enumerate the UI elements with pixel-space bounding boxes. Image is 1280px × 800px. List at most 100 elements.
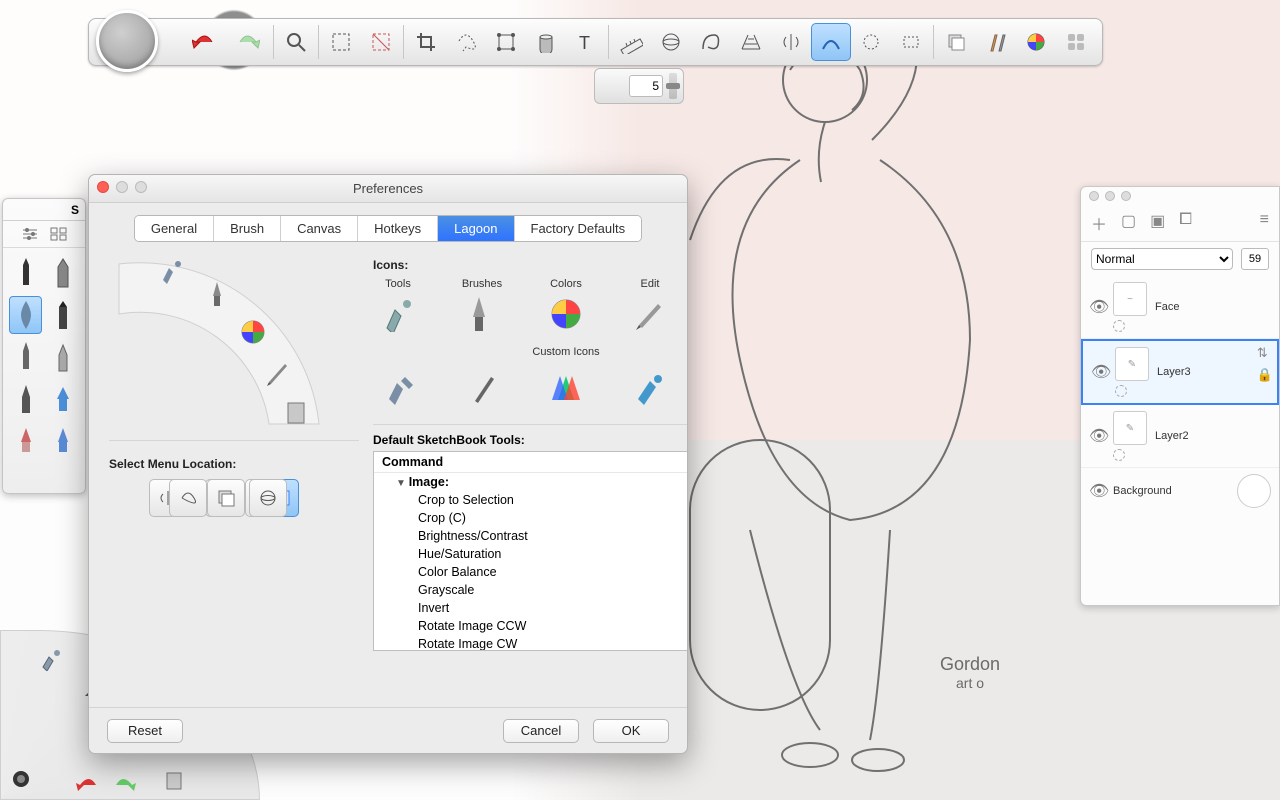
- brush-custom[interactable]: [46, 422, 79, 460]
- layers-menu-icon[interactable]: ≡: [1260, 211, 1269, 235]
- mask-icon[interactable]: ⧠: [1179, 211, 1192, 235]
- command-item[interactable]: Color Balance: [374, 563, 687, 581]
- curve-size-input[interactable]: [629, 75, 663, 97]
- arc-file-icon[interactable]: [285, 400, 315, 430]
- brushes-icon[interactable]: [976, 23, 1016, 61]
- add-layer-icon[interactable]: ＋: [1091, 211, 1107, 235]
- marquee-select-icon[interactable]: [321, 23, 361, 61]
- corner-puck-icon[interactable]: [7, 765, 35, 793]
- text-icon[interactable]: T: [566, 23, 606, 61]
- brush-ink[interactable]: [9, 380, 42, 418]
- layer-row-layer3[interactable]: 👁 ✎ Layer3 ⇅ 🔒: [1081, 339, 1279, 405]
- brush-pencil[interactable]: [9, 254, 42, 292]
- layer-row-face[interactable]: 👁 ~ Face: [1081, 276, 1279, 339]
- corner-undo-icon[interactable]: [75, 771, 103, 799]
- command-item[interactable]: Grayscale: [374, 581, 687, 599]
- move-layer-icon[interactable]: ⇅: [1257, 345, 1273, 361]
- command-item[interactable]: Rotate Image CCW: [374, 617, 687, 635]
- arc-edit-icon[interactable]: [265, 360, 295, 390]
- colors-big-icon[interactable]: [544, 292, 588, 336]
- undo-button[interactable]: [185, 23, 225, 61]
- curve-size-slider[interactable]: [669, 73, 677, 99]
- crop-icon[interactable]: [406, 23, 446, 61]
- circle-shape-icon[interactable]: [851, 23, 891, 61]
- transform-icon[interactable]: [486, 23, 526, 61]
- command-item[interactable]: Crop (C): [374, 509, 687, 527]
- arc-tools-icon[interactable]: [159, 258, 189, 288]
- tab-canvas[interactable]: Canvas: [281, 216, 358, 241]
- arc-colors-icon[interactable]: [239, 318, 269, 348]
- layers-min-icon[interactable]: [1105, 191, 1115, 201]
- color-wheel-icon[interactable]: [1016, 23, 1056, 61]
- layer-target-icon[interactable]: [1113, 320, 1125, 332]
- rect-shape-icon[interactable]: [891, 23, 931, 61]
- custom-icon-1[interactable]: [378, 366, 422, 410]
- tools-big-icon[interactable]: [376, 292, 420, 336]
- brush-erase[interactable]: [9, 422, 42, 460]
- redo-button[interactable]: [227, 23, 267, 61]
- french-curve-icon[interactable]: [691, 23, 731, 61]
- layer-opacity-input[interactable]: [1241, 248, 1269, 270]
- visibility-icon[interactable]: 👁: [1089, 426, 1105, 446]
- custom-icon-3[interactable]: [544, 366, 588, 410]
- arc-brushes-icon[interactable]: [207, 280, 237, 310]
- brush-marker[interactable]: [46, 296, 79, 334]
- corner-tools-icon[interactable]: [37, 645, 65, 673]
- brush-tab-grid-icon[interactable]: [50, 227, 68, 241]
- blend-mode-select[interactable]: Normal: [1091, 248, 1233, 270]
- loc-br[interactable]: [249, 479, 287, 517]
- command-group-image[interactable]: Image:: [374, 473, 687, 491]
- copic-icon[interactable]: [1056, 23, 1096, 61]
- command-item[interactable]: Rotate Image CW: [374, 635, 687, 651]
- lock-layer-icon[interactable]: 🔒: [1257, 367, 1273, 383]
- visibility-icon[interactable]: 👁: [1089, 297, 1105, 317]
- ellipse-guide-icon[interactable]: [651, 23, 691, 61]
- corner-file-icon[interactable]: [161, 767, 189, 795]
- layers-zoom-icon[interactable]: [1121, 191, 1131, 201]
- visibility-icon[interactable]: 👁: [1089, 481, 1105, 501]
- ok-button[interactable]: OK: [593, 719, 669, 743]
- command-item[interactable]: Brightness/Contrast: [374, 527, 687, 545]
- command-item[interactable]: Crop to Selection: [374, 491, 687, 509]
- layers-icon[interactable]: [936, 23, 976, 61]
- loc-bottom[interactable]: [207, 479, 245, 517]
- ruler-icon[interactable]: [611, 23, 651, 61]
- symmetry-icon[interactable]: [771, 23, 811, 61]
- dialog-titlebar[interactable]: Preferences: [89, 175, 687, 203]
- curve-stroke-icon[interactable]: [811, 23, 851, 61]
- layer-row-layer2[interactable]: 👁 ✎ Layer2: [1081, 405, 1279, 468]
- perspective-icon[interactable]: [731, 23, 771, 61]
- color-puck[interactable]: [96, 10, 158, 72]
- zoom-tool-icon[interactable]: [276, 23, 316, 61]
- deselect-icon[interactable]: [361, 23, 401, 61]
- custom-icon-2[interactable]: [461, 366, 505, 410]
- brush-tab-sliders-icon[interactable]: [20, 227, 40, 241]
- brush-fill[interactable]: [46, 380, 79, 418]
- tab-brush[interactable]: Brush: [214, 216, 281, 241]
- edit-big-icon[interactable]: [628, 292, 672, 336]
- layer-row-background[interactable]: 👁 Background: [1081, 468, 1279, 514]
- command-item[interactable]: Hue/Saturation: [374, 545, 687, 563]
- cancel-button[interactable]: Cancel: [503, 719, 579, 743]
- tab-hotkeys[interactable]: Hotkeys: [358, 216, 438, 241]
- brush-airbrush[interactable]: [46, 338, 79, 376]
- layer-target-icon[interactable]: [1115, 385, 1127, 397]
- layers-close-icon[interactable]: [1089, 191, 1099, 201]
- custom-icon-4[interactable]: [627, 366, 671, 410]
- loc-bl[interactable]: [169, 479, 207, 517]
- reset-button[interactable]: Reset: [107, 719, 183, 743]
- brush-chisel[interactable]: [46, 254, 79, 292]
- brushes-big-icon[interactable]: [460, 292, 504, 336]
- corner-redo-icon[interactable]: [109, 771, 137, 799]
- background-swatch[interactable]: [1237, 474, 1271, 508]
- image-layer-icon[interactable]: ▣: [1150, 211, 1165, 235]
- close-icon[interactable]: [97, 181, 109, 193]
- fill-icon[interactable]: [526, 23, 566, 61]
- layer-target-icon[interactable]: [1113, 449, 1125, 461]
- tab-factory[interactable]: Factory Defaults: [515, 216, 642, 241]
- tab-general[interactable]: General: [135, 216, 214, 241]
- lasso-icon[interactable]: [446, 23, 486, 61]
- brush-pen[interactable]: [9, 338, 42, 376]
- folder-icon[interactable]: ▢: [1121, 211, 1136, 235]
- visibility-icon[interactable]: 👁: [1091, 362, 1107, 382]
